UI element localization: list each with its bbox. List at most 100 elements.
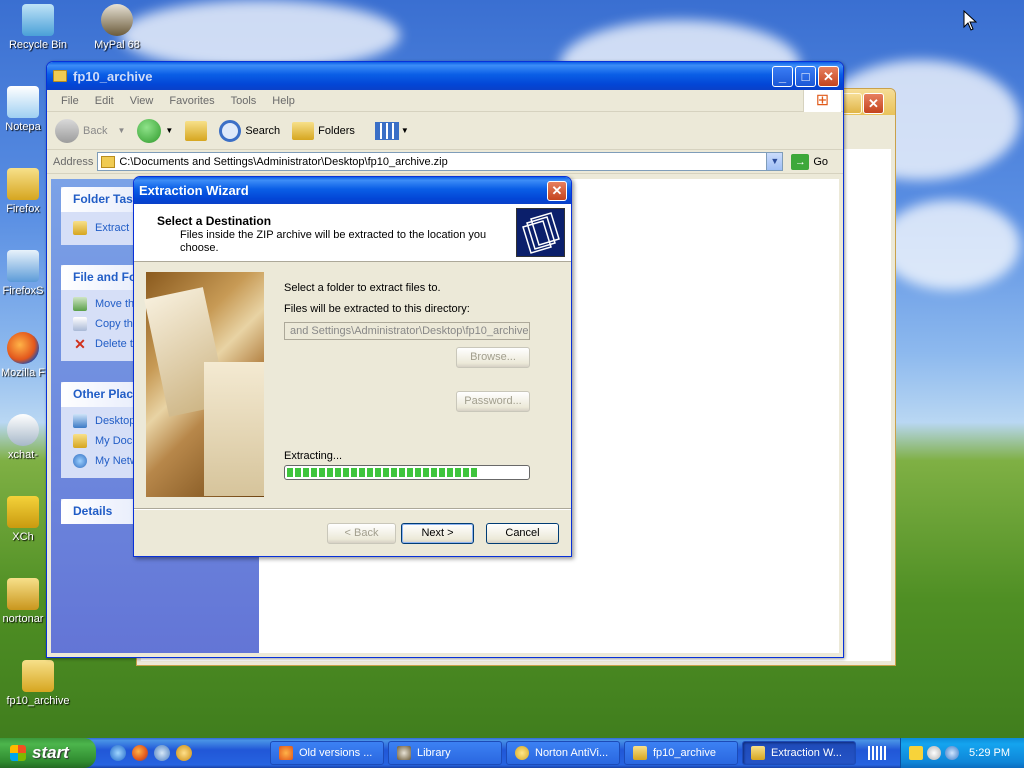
close-button[interactable]: ✕ bbox=[547, 181, 567, 201]
system-tray: 5:29 PM bbox=[900, 738, 1024, 768]
taskbar-item-library[interactable]: Library bbox=[388, 741, 502, 765]
extraction-wizard-dialog[interactable]: Extraction Wizard ✕ Select a Destination… bbox=[133, 176, 572, 557]
desktop-icon-label: Notepa bbox=[5, 121, 41, 133]
menu-help[interactable]: Help bbox=[264, 95, 303, 107]
search-label: Search bbox=[245, 124, 281, 137]
back-arrow-icon bbox=[55, 118, 79, 143]
keyboard-icon[interactable] bbox=[868, 746, 886, 760]
chevron-down-icon[interactable]: ▼ bbox=[766, 153, 783, 170]
desktop-icon-label: Recycle Bin bbox=[8, 39, 68, 51]
desktop-icon-label: MyPal 68 bbox=[94, 39, 140, 51]
extract-progress-bar bbox=[284, 465, 530, 480]
desktop-icon-label: Mozilla F bbox=[0, 367, 45, 379]
search-button[interactable]: Search bbox=[219, 119, 281, 142]
taskbar-item-extraction-wizard[interactable]: Extraction W... bbox=[742, 741, 856, 765]
volume-icon[interactable] bbox=[945, 746, 960, 760]
maximize-button[interactable]: □ bbox=[795, 66, 816, 87]
taskbar-item-label: Library bbox=[417, 747, 451, 759]
firefox-icon bbox=[279, 746, 293, 760]
minimize-button[interactable] bbox=[841, 93, 862, 114]
chevron-down-icon[interactable]: ▼ bbox=[117, 126, 125, 135]
taskbar-item-fp10-archive[interactable]: fp10_archive bbox=[624, 741, 738, 765]
address-value: C:\Documents and Settings\Administrator\… bbox=[119, 155, 448, 168]
windows-flag-icon bbox=[10, 745, 26, 761]
zip-folder-icon bbox=[101, 155, 116, 168]
folders-icon bbox=[292, 121, 315, 140]
firefox-icon[interactable] bbox=[132, 745, 148, 761]
desktop-icon-xchat-setup[interactable]: xchat- bbox=[0, 414, 46, 461]
next-button[interactable]: Next > bbox=[401, 523, 474, 544]
desktop-icon-xchat[interactable]: XCh bbox=[0, 496, 46, 543]
zip-folder-icon bbox=[73, 221, 87, 235]
security-shield-icon[interactable] bbox=[909, 746, 924, 760]
zip-folders-logo-icon bbox=[516, 208, 565, 257]
start-button[interactable]: start bbox=[0, 738, 96, 768]
raccoon-icon bbox=[397, 746, 411, 760]
taskbar-item-norton[interactable]: Norton AntiVi... bbox=[506, 741, 620, 765]
task-label: Extract bbox=[95, 222, 130, 234]
back-button[interactable]: < Back bbox=[327, 523, 396, 544]
tray-app-icon[interactable] bbox=[927, 746, 942, 760]
menu-edit[interactable]: Edit bbox=[87, 95, 122, 107]
copy-icon bbox=[73, 317, 87, 331]
desktop-icon-mypal[interactable]: MyPal 68 bbox=[80, 4, 154, 51]
wizard-titlebar[interactable]: Extraction Wizard bbox=[134, 177, 571, 204]
folders-button[interactable]: Folders bbox=[292, 121, 355, 140]
go-label: Go bbox=[813, 155, 829, 168]
go-button[interactable]: → Go bbox=[791, 153, 829, 170]
menu-view[interactable]: View bbox=[122, 95, 162, 107]
cloud bbox=[880, 200, 1020, 290]
views-icon bbox=[374, 121, 399, 140]
internet-explorer-icon[interactable] bbox=[110, 745, 126, 761]
taskbar: start Old versions ... Library Norton An… bbox=[0, 738, 1024, 768]
folders-label: Folders bbox=[318, 124, 355, 137]
xchat-icon[interactable] bbox=[176, 745, 192, 761]
explorer-titlebar[interactable]: fp10_archive bbox=[47, 62, 843, 90]
desktop-icon-norton[interactable]: nortonar bbox=[0, 578, 46, 625]
desktop-icon-notepad[interactable]: Notepa bbox=[0, 86, 46, 133]
browser-icon[interactable] bbox=[154, 745, 170, 761]
address-bar: Address C:\Documents and Settings\Admini… bbox=[47, 150, 843, 174]
desktop-icon-firefox-setup[interactable]: FirefoxS bbox=[0, 250, 46, 297]
browse-button[interactable]: Browse... bbox=[456, 347, 530, 368]
folder-icon bbox=[633, 746, 647, 760]
extracting-label: Extracting... bbox=[284, 450, 343, 462]
chevron-down-icon[interactable]: ▼ bbox=[165, 126, 173, 135]
task-label: Move th bbox=[95, 298, 135, 310]
desktop-icon-mozilla-firefox[interactable]: Mozilla F bbox=[0, 332, 46, 379]
desktop-icon-label: FirefoxS bbox=[2, 285, 44, 297]
close-icon[interactable]: ✕ bbox=[863, 93, 884, 114]
desktop-icon-firefox-zip[interactable]: Firefox bbox=[0, 168, 46, 215]
up-folder-button[interactable] bbox=[185, 120, 208, 141]
desktop-icon-recycle-bin[interactable]: Recycle Bin bbox=[1, 4, 75, 51]
place-label: My Doc bbox=[95, 435, 133, 447]
forward-button[interactable]: ▼ bbox=[137, 118, 173, 143]
cloud bbox=[120, 0, 400, 70]
back-button[interactable]: Back ▼ bbox=[55, 118, 125, 143]
taskbar-item-label: Norton AntiVi... bbox=[535, 747, 609, 759]
cancel-button[interactable]: Cancel bbox=[486, 523, 559, 544]
clock[interactable]: 5:29 PM bbox=[969, 747, 1010, 759]
menu-favorites[interactable]: Favorites bbox=[161, 95, 222, 107]
address-input[interactable]: C:\Documents and Settings\Administrator\… bbox=[97, 152, 784, 171]
minimize-button[interactable]: _ bbox=[772, 66, 793, 87]
desktop-icon-label: fp10_archive bbox=[6, 695, 70, 707]
taskbar-item-old-versions[interactable]: Old versions ... bbox=[270, 741, 384, 765]
close-button[interactable]: ✕ bbox=[818, 66, 839, 87]
task-label: Copy th bbox=[95, 318, 133, 330]
menu-file[interactable]: File bbox=[53, 95, 87, 107]
directory-field[interactable]: and Settings\Administrator\Desktop\fp10_… bbox=[284, 322, 530, 340]
zip-folder-icon bbox=[22, 660, 54, 692]
installer-icon bbox=[7, 250, 39, 282]
desktop-icon-label: XCh bbox=[12, 531, 34, 543]
wizard-subheading: Files inside the ZIP archive will be ext… bbox=[180, 229, 487, 254]
folder-icon bbox=[53, 70, 67, 82]
password-button[interactable]: Password... bbox=[456, 391, 530, 412]
go-arrow-icon: → bbox=[791, 153, 810, 170]
menu-tools[interactable]: Tools bbox=[223, 95, 265, 107]
toolbar: Back ▼ ▼ Search Folders ▼ bbox=[47, 112, 843, 150]
views-button[interactable]: ▼ bbox=[374, 121, 409, 140]
desktop-icon-fp10-archive[interactable]: fp10_archive bbox=[1, 660, 75, 707]
desktop-icon-label: xchat- bbox=[8, 449, 38, 461]
start-label: start bbox=[32, 743, 69, 762]
